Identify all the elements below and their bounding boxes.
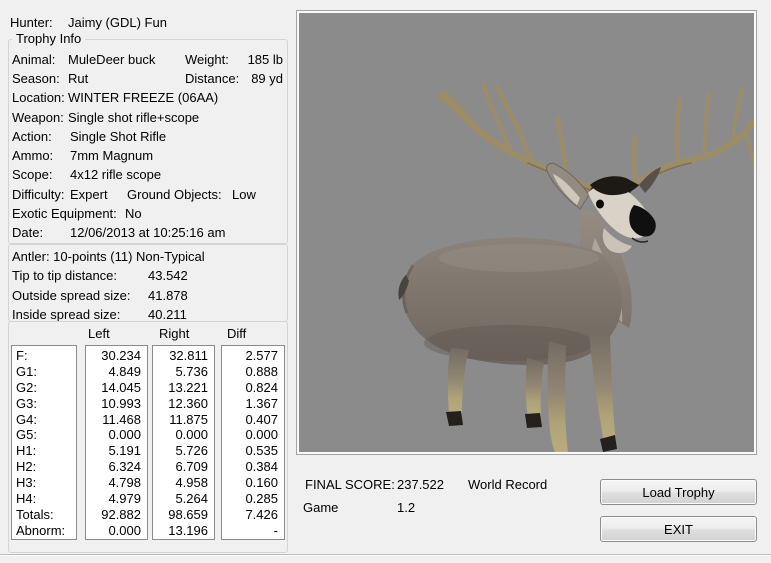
- final-score-value: 237.522: [397, 477, 444, 493]
- measure-value-diff: 0.888: [222, 364, 284, 380]
- measure-value-right: 12.360: [153, 396, 214, 412]
- measure-value-left: 4.798: [86, 475, 147, 491]
- world-record-text: World Record: [468, 477, 547, 493]
- measure-value-left: 30.234: [86, 348, 147, 364]
- game-label: Game: [303, 500, 338, 516]
- measure-row-label: H1:: [12, 443, 76, 459]
- viewer-background: [299, 13, 754, 452]
- antler-summary: Antler: 10-points (11) Non-Typical: [12, 249, 205, 265]
- season-value: Rut: [68, 71, 88, 87]
- measure-row-label: Totals:: [12, 507, 76, 523]
- ground-objects-value: Low: [232, 187, 256, 203]
- difficulty-label: Difficulty:: [12, 187, 65, 203]
- measure-value-diff: 0.535: [222, 443, 284, 459]
- scope-value: 4x12 rifle scope: [70, 167, 161, 183]
- window-bottom-highlight: [0, 555, 771, 556]
- measure-value-right: 5.736: [153, 364, 214, 380]
- measure-value-left: 6.324: [86, 459, 147, 475]
- weapon-label: Weapon:: [12, 110, 64, 126]
- measure-value-right: 0.000: [153, 427, 214, 443]
- measure-labels-box: F: G1: G2: G3: G4: G5: H1: H2: H3: H4: T…: [11, 345, 77, 540]
- animal-label: Animal:: [12, 52, 55, 68]
- action-value: Single Shot Rifle: [70, 129, 166, 145]
- column-header-diff: Diff: [227, 326, 246, 341]
- measure-right-box: 32.811 5.736 13.221 12.360 11.875 0.000 …: [152, 345, 215, 540]
- measure-value-left: 5.191: [86, 443, 147, 459]
- difficulty-value: Expert: [70, 187, 108, 203]
- measure-row-label: G1:: [12, 364, 76, 380]
- measure-value-left: 92.882: [86, 507, 147, 523]
- measure-value-right: 98.659: [153, 507, 214, 523]
- measure-row-label: F:: [12, 348, 76, 364]
- measure-value-left: 14.045: [86, 380, 147, 396]
- measure-value-diff: 0.824: [222, 380, 284, 396]
- measure-value-left: 10.993: [86, 396, 147, 412]
- action-label: Action:: [12, 129, 52, 145]
- tip-to-tip-label: Tip to tip distance:: [12, 268, 117, 284]
- measure-row-label: G2:: [12, 380, 76, 396]
- measure-value-diff: -: [222, 523, 284, 539]
- measure-value-right: 5.264: [153, 491, 214, 507]
- hunter-label: Hunter:: [10, 15, 53, 31]
- measure-value-left: 4.979: [86, 491, 147, 507]
- measure-row-label: G3:: [12, 396, 76, 412]
- measure-value-right: 5.726: [153, 443, 214, 459]
- trophy-3d-viewer: [296, 10, 757, 455]
- measure-value-diff: 0.285: [222, 491, 284, 507]
- measure-value-right: 13.196: [153, 523, 214, 539]
- measure-value-diff: 7.426: [222, 507, 284, 523]
- measure-value-left: 11.468: [86, 412, 147, 428]
- game-value: 1.2: [397, 500, 415, 516]
- measure-value-left: 4.849: [86, 364, 147, 380]
- date-label: Date:: [12, 225, 43, 241]
- ammo-value: 7mm Magnum: [70, 148, 153, 164]
- exotic-equipment-label: Exotic Equipment:: [12, 206, 117, 222]
- column-header-left: Left: [88, 326, 110, 341]
- trophy-window: { "hunter": { "label": "Hunter:", "value…: [0, 0, 771, 563]
- measure-value-diff: 0.407: [222, 412, 284, 428]
- measure-row-label: Abnorm:: [12, 523, 76, 539]
- measure-diff-box: 2.577 0.888 0.824 1.367 0.407 0.000 0.53…: [221, 345, 285, 540]
- hunter-value: Jaimy (GDL) Fun: [68, 15, 167, 31]
- outside-spread-value: 41.878: [148, 288, 188, 304]
- measure-value-right: 13.221: [153, 380, 214, 396]
- ground-objects-label: Ground Objects:: [127, 187, 222, 203]
- mule-deer-render: [299, 13, 754, 452]
- measure-value-right: 32.811: [153, 348, 214, 364]
- measure-row-label: G4:: [12, 412, 76, 428]
- distance-value: 89 yd: [220, 71, 283, 87]
- load-trophy-button[interactable]: Load Trophy: [600, 479, 757, 505]
- measure-value-left: 0.000: [86, 427, 147, 443]
- measure-row-label: H2:: [12, 459, 76, 475]
- measure-value-diff: 2.577: [222, 348, 284, 364]
- location-label: Location:: [12, 90, 65, 106]
- measure-value-right: 11.875: [153, 412, 214, 428]
- measure-value-diff: 0.160: [222, 475, 284, 491]
- exotic-equipment-value: No: [125, 206, 142, 222]
- season-label: Season:: [12, 71, 60, 87]
- measure-row-label: H4:: [12, 491, 76, 507]
- measure-value-left: 0.000: [86, 523, 147, 539]
- weapon-value: Single shot rifle+scope: [68, 110, 199, 126]
- measure-value-diff: 0.000: [222, 427, 284, 443]
- trophy-info-group-label: Trophy Info: [12, 31, 85, 46]
- measure-left-box: 30.234 4.849 14.045 10.993 11.468 0.000 …: [85, 345, 148, 540]
- date-value: 12/06/2013 at 10:25:16 am: [70, 225, 225, 241]
- outside-spread-label: Outside spread size:: [12, 288, 131, 304]
- measure-value-right: 6.709: [153, 459, 214, 475]
- location-value: WINTER FREEZE (06AA): [68, 90, 218, 106]
- scope-label: Scope:: [12, 167, 52, 183]
- weight-value: 185 lb: [220, 52, 283, 68]
- ammo-label: Ammo:: [12, 148, 53, 164]
- measure-value-diff: 1.367: [222, 396, 284, 412]
- column-header-right: Right: [159, 326, 189, 341]
- measure-row-label: G5:: [12, 427, 76, 443]
- measure-value-diff: 0.384: [222, 459, 284, 475]
- measure-row-label: H3:: [12, 475, 76, 491]
- measure-value-right: 4.958: [153, 475, 214, 491]
- animal-value: MuleDeer buck: [68, 52, 155, 68]
- final-score-label: FINAL SCORE:: [305, 477, 395, 493]
- tip-to-tip-value: 43.542: [148, 268, 188, 284]
- exit-button[interactable]: EXIT: [600, 516, 757, 542]
